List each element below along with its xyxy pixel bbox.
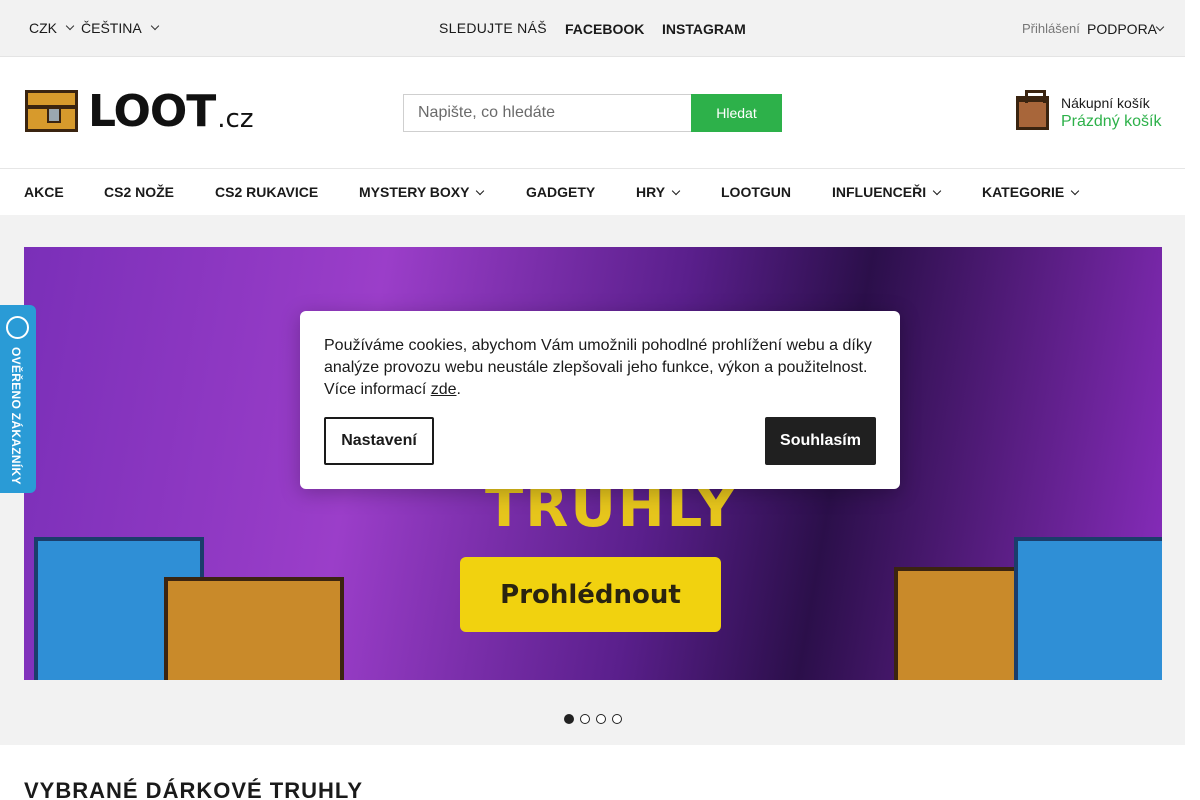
nav-item-label: KATEGORIE <box>982 184 1065 200</box>
main-navigation: AKCE CS2 NOŽE CS2 RUKAVICE MYSTERY BOXY … <box>0 168 1185 215</box>
nav-item-cs2-noze[interactable]: CS2 NOŽE <box>104 184 174 200</box>
logo-tld: .cz <box>217 104 254 134</box>
lootbox-crate-image <box>164 577 344 680</box>
carousel-dot-4[interactable] <box>612 714 622 724</box>
instagram-link[interactable]: INSTAGRAM <box>662 21 746 37</box>
search-button[interactable]: Hledat <box>691 94 782 132</box>
cart-title: Nákupní košík <box>1061 95 1150 111</box>
nav-item-mystery-boxy[interactable]: MYSTERY BOXY <box>359 184 485 200</box>
top-bar: CZK ČEŠTINA SLEDUJTE NÁŠ FACEBOOK INSTAG… <box>0 0 1185 57</box>
login-link[interactable]: Přihlášení <box>1022 21 1080 36</box>
carousel-dots <box>564 714 622 724</box>
search-input[interactable] <box>403 94 691 132</box>
cookie-more-info-link[interactable]: zde <box>431 381 457 398</box>
language-selector[interactable]: ČEŠTINA <box>81 20 159 36</box>
currency-selector[interactable]: CZK <box>29 20 75 36</box>
nav-item-label: AKCE <box>24 184 64 200</box>
cookie-text: Používáme cookies, abychom Vám umožnili … <box>324 335 876 401</box>
cart-status: Prázdný košík <box>1061 113 1162 130</box>
currency-label: CZK <box>29 20 57 36</box>
cookie-message: Používáme cookies, abychom Vám umožnili … <box>324 337 872 398</box>
chevron-down-icon <box>671 186 681 195</box>
nav-item-label: CS2 RUKAVICE <box>215 184 319 200</box>
carousel-dot-2[interactable] <box>580 714 590 724</box>
banner-cta-button[interactable]: Prohlédnout <box>460 557 721 632</box>
carousel-dot-3[interactable] <box>596 714 606 724</box>
nav-item-lootgun[interactable]: LOOTGUN <box>721 184 791 200</box>
chevron-down-icon <box>65 21 75 31</box>
chevron-down-icon <box>1155 22 1165 32</box>
verified-seal-icon <box>6 316 29 339</box>
lootbox-crate-image <box>1014 537 1162 680</box>
nav-item-label: LOOTGUN <box>721 184 791 200</box>
nav-item-influenceri[interactable]: INFLUENCEŘI <box>832 184 942 200</box>
verified-label: OVĚŘENO ZÁKAZNÍKY <box>9 347 23 485</box>
cookie-settings-button[interactable]: Nastavení <box>324 417 434 465</box>
chest-logo-icon <box>25 90 78 132</box>
logo-wordmark: LOOT <box>88 86 216 137</box>
chevron-down-icon <box>932 186 942 195</box>
cookie-consent-dialog: Používáme cookies, abychom Vám umožnili … <box>300 311 900 489</box>
nav-item-kategorie[interactable]: KATEGORIE <box>982 184 1080 200</box>
nav-item-cs2-rukavice[interactable]: CS2 RUKAVICE <box>215 184 318 200</box>
language-label: ČEŠTINA <box>81 20 142 36</box>
nav-item-label: GADGETY <box>526 184 596 200</box>
site-logo[interactable]: LOOT .cz <box>25 86 254 137</box>
cart-widget[interactable]: Nákupní košík Prázdný košík <box>1016 90 1161 131</box>
facebook-link[interactable]: FACEBOOK <box>565 21 644 37</box>
site-header: LOOT .cz Hledat Nákupní košík Prázdný ko… <box>0 58 1185 168</box>
chevron-down-icon <box>1070 186 1080 195</box>
nav-item-akce[interactable]: AKCE <box>24 184 64 200</box>
cookie-agree-button[interactable]: Souhlasím <box>765 417 876 465</box>
nav-item-gadgety[interactable]: GADGETY <box>526 184 595 200</box>
cookie-period: . <box>456 381 461 398</box>
section-title: VYBRANÉ DÁRKOVÉ TRUHLY <box>24 778 364 800</box>
nav-item-label: INFLUENCEŘI <box>832 184 927 200</box>
nav-item-label: CS2 NOŽE <box>104 184 175 200</box>
support-menu[interactable]: PODPORA <box>1087 21 1165 37</box>
nav-item-label: MYSTERY BOXY <box>359 184 470 200</box>
chevron-down-icon <box>476 186 485 195</box>
chevron-down-icon <box>150 21 159 31</box>
follow-us-label: SLEDUJTE NÁŠ <box>439 20 547 36</box>
cart-text: Nákupní košík Prázdný košík <box>1061 95 1161 131</box>
nav-item-label: HRY <box>636 184 666 200</box>
shopping-bag-icon <box>1016 90 1049 130</box>
support-label: PODPORA <box>1087 21 1158 37</box>
carousel-dot-1[interactable] <box>564 714 574 724</box>
search-form: Hledat <box>403 94 782 132</box>
nav-item-hry[interactable]: HRY <box>636 184 681 200</box>
verified-customers-badge[interactable]: OVĚŘENO ZÁKAZNÍKY <box>0 305 36 493</box>
